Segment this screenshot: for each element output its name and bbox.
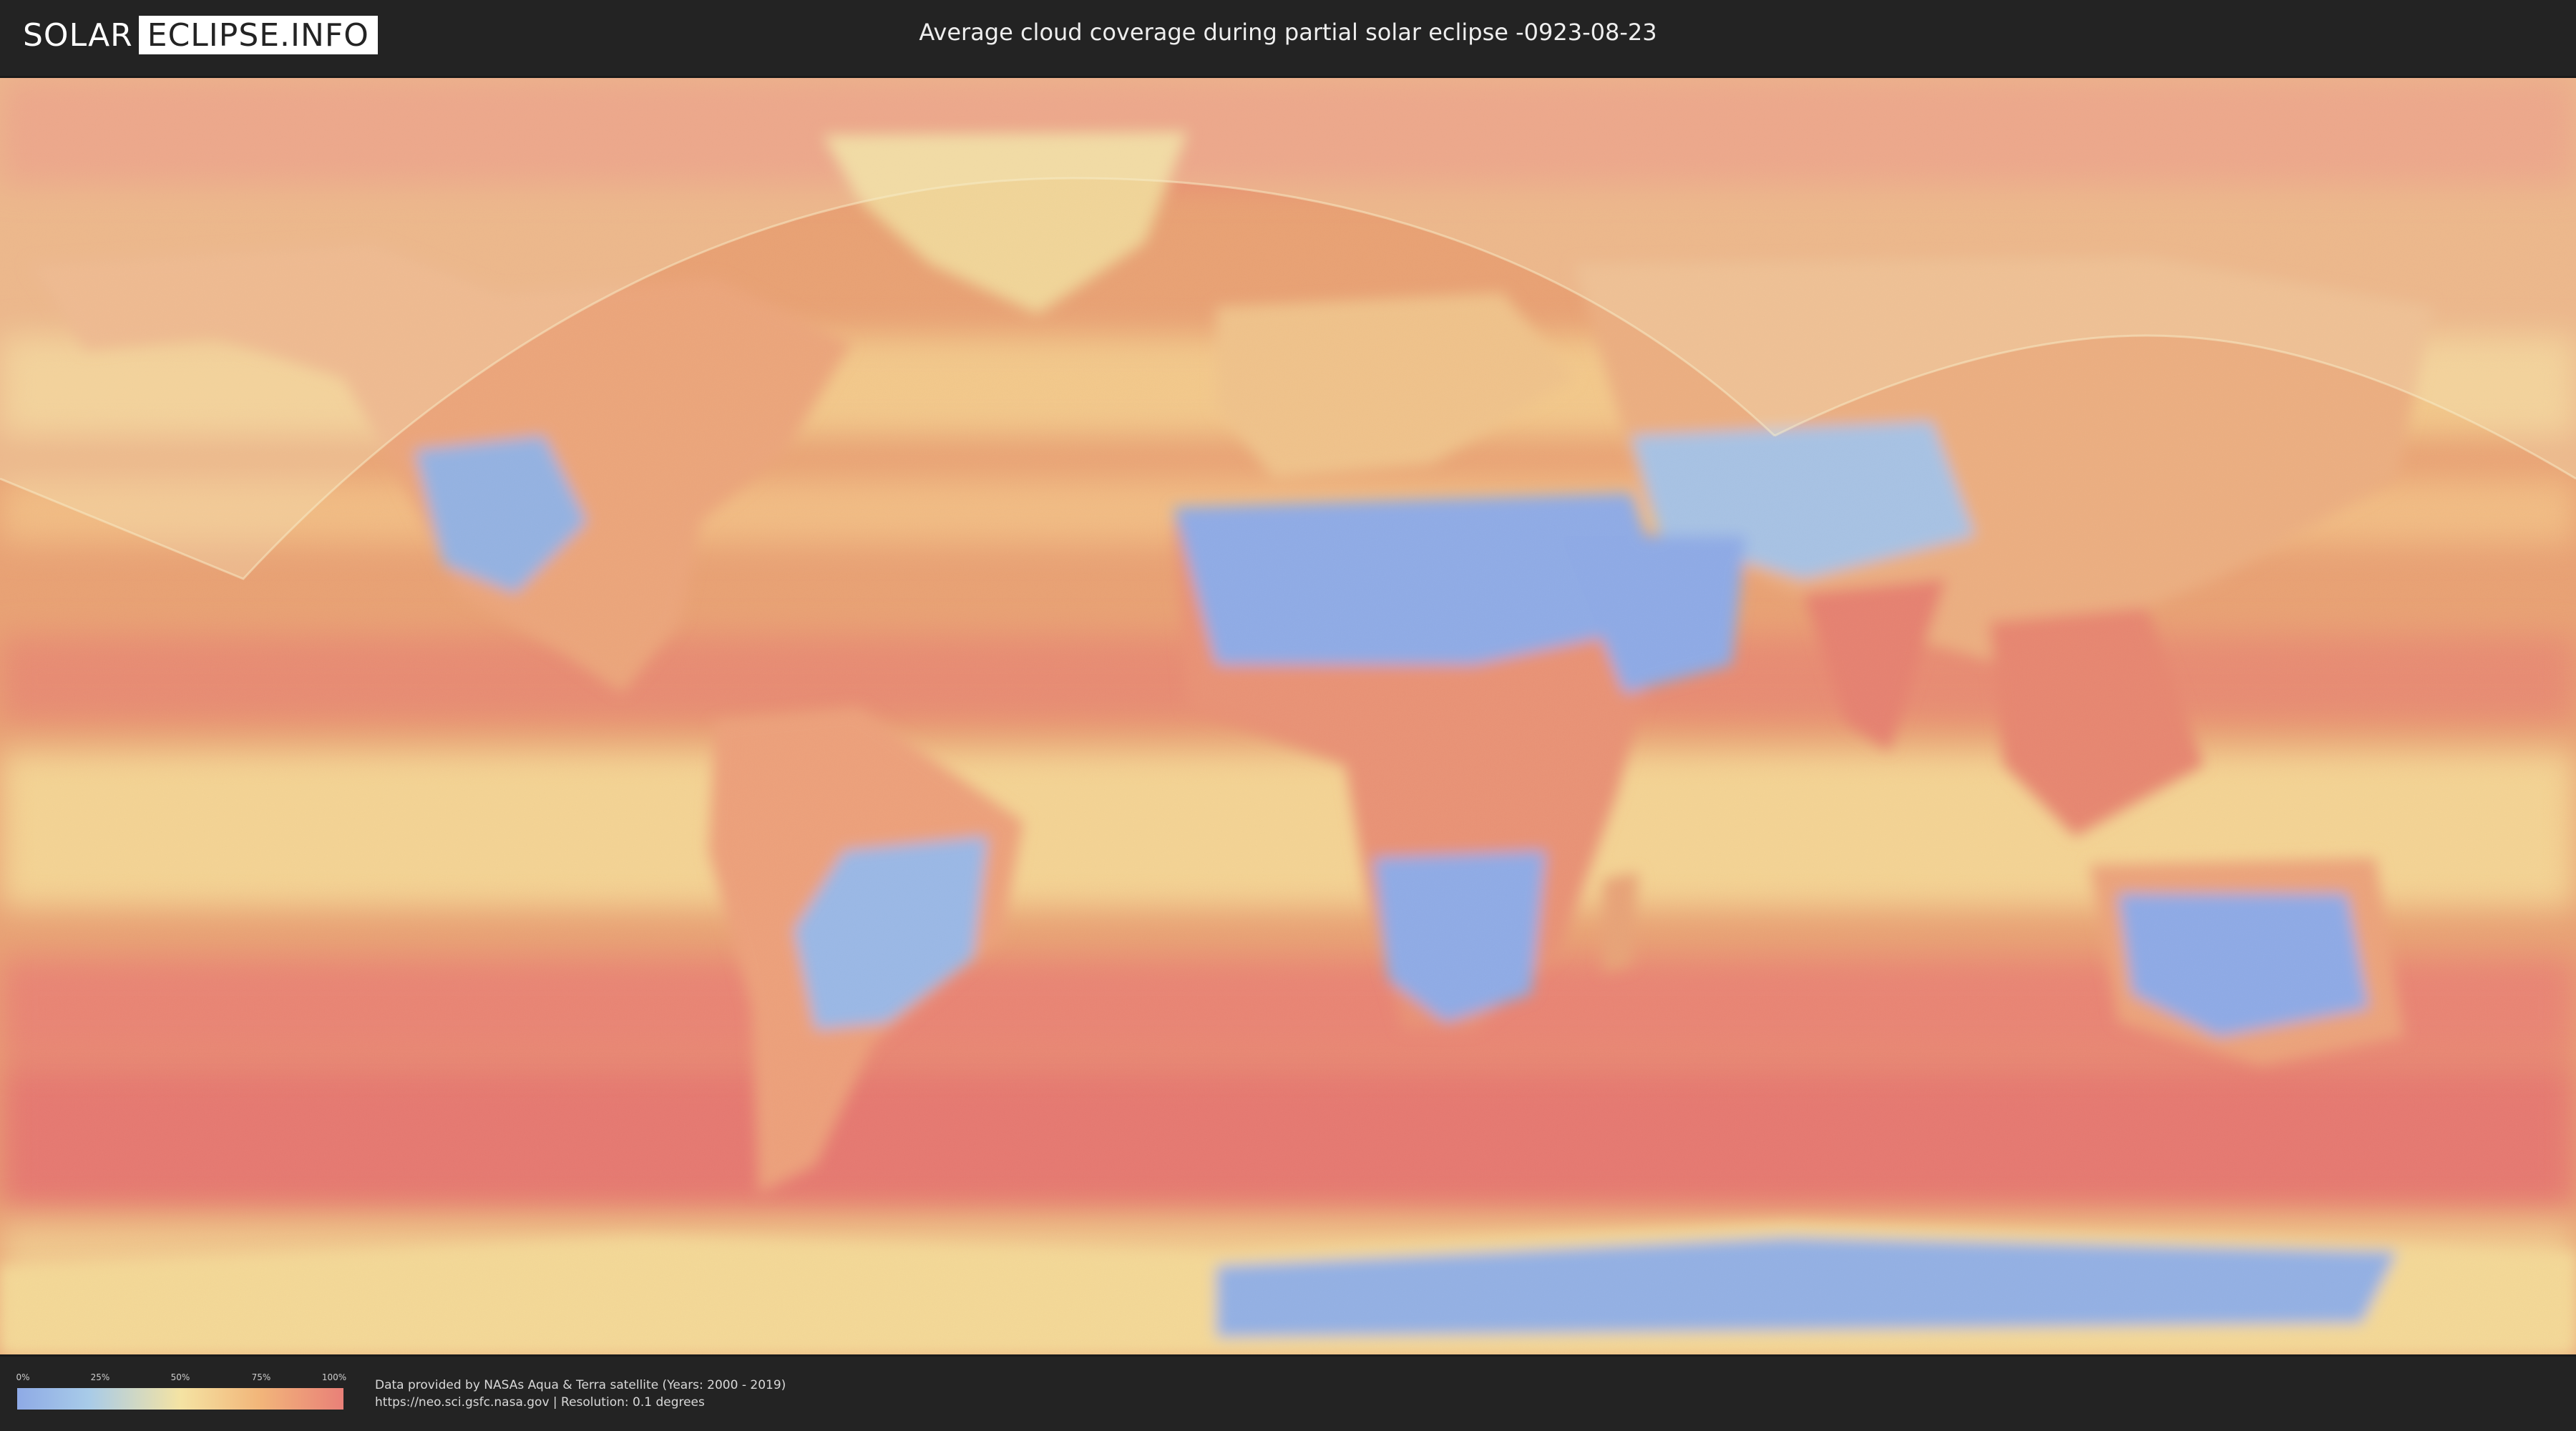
legend-tick-0: 0% bbox=[16, 1372, 30, 1382]
cloud-coverage-map[interactable] bbox=[0, 76, 2576, 1357]
footer-bar: 0% 25% 50% 75% 100% Data provided by NAS… bbox=[0, 1357, 2576, 1431]
world-map-svg bbox=[0, 78, 2576, 1354]
legend-color-bar bbox=[17, 1388, 343, 1410]
legend-tick-100: 100% bbox=[321, 1372, 347, 1382]
header-bar: SOLAR ECLIPSE.INFO Average cloud coverag… bbox=[0, 0, 2576, 72]
legend-ticks: 0% 25% 50% 75% 100% bbox=[16, 1372, 347, 1385]
page-title: Average cloud coverage during partial so… bbox=[919, 19, 1657, 46]
legend-tick-75: 75% bbox=[251, 1372, 271, 1382]
credit-line-url[interactable]: https://neo.sci.gsfc.nasa.gov | Resoluti… bbox=[375, 1394, 786, 1411]
color-legend: 0% 25% 50% 75% 100% bbox=[16, 1372, 347, 1410]
data-credits: Data provided by NASAs Aqua & Terra sate… bbox=[375, 1377, 786, 1411]
legend-tick-25: 25% bbox=[90, 1372, 110, 1382]
credit-line-source: Data provided by NASAs Aqua & Terra sate… bbox=[375, 1378, 786, 1392]
legend-tick-50: 50% bbox=[170, 1372, 190, 1382]
